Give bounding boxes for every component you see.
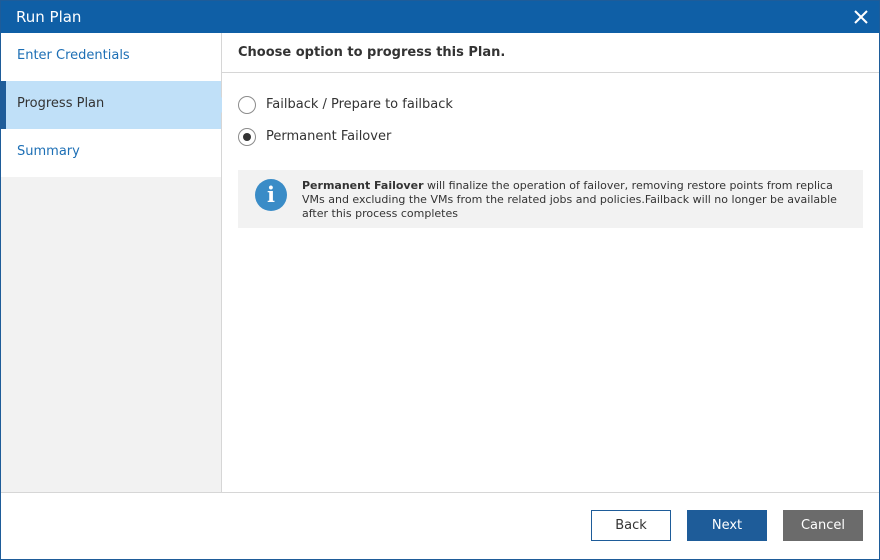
step-progress-plan[interactable]: Progress Plan	[1, 81, 229, 129]
permanent-failover-radio-label: Permanent Failover	[266, 129, 392, 144]
step-label: Enter Credentials	[17, 48, 130, 63]
failback-radio-label: Failback / Prepare to failback	[266, 97, 453, 112]
close-icon[interactable]	[851, 7, 871, 27]
dialog-title: Run Plan	[16, 8, 82, 26]
run-plan-dialog: Run Plan Enter Credentials Progress Plan…	[0, 0, 880, 560]
next-button[interactable]: Next	[687, 510, 767, 541]
step-label: Summary	[17, 144, 80, 159]
info-message: i Permanent Failover will finalize the o…	[238, 170, 863, 228]
step-content: Choose option to progress this Plan. Fai…	[222, 33, 879, 493]
cancel-button[interactable]: Cancel	[783, 510, 863, 541]
step-summary[interactable]: Summary	[1, 129, 221, 177]
step-enter-credentials[interactable]: Enter Credentials	[1, 33, 221, 81]
failback-radio[interactable]	[238, 96, 256, 114]
step-label: Progress Plan	[17, 96, 105, 111]
page-heading: Choose option to progress this Plan.	[222, 33, 879, 73]
dialog-footer: Back Next Cancel	[1, 492, 879, 559]
info-icon: i	[255, 179, 287, 211]
title-bar: Run Plan	[1, 1, 879, 33]
back-button[interactable]: Back	[591, 510, 671, 541]
wizard-steps-sidebar: Enter Credentials Progress Plan Summary	[1, 33, 229, 493]
info-message-text: Permanent Failover will finalize the ope…	[302, 179, 852, 221]
info-message-bold: Permanent Failover	[302, 179, 424, 192]
permanent-failover-radio[interactable]	[238, 128, 256, 146]
